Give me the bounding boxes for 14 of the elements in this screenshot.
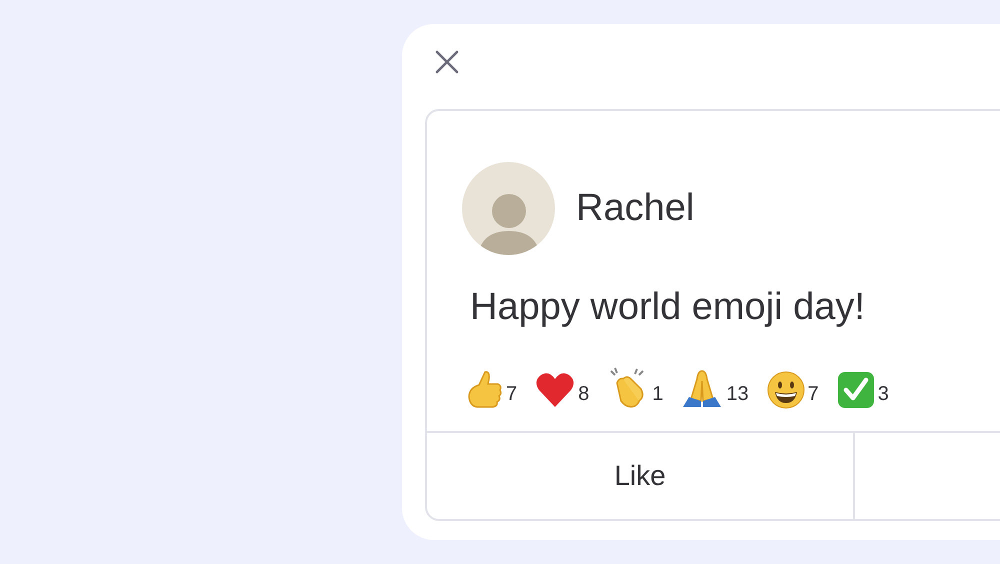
reaction-count: 3 bbox=[878, 382, 889, 407]
author-name: Rachel bbox=[576, 186, 694, 231]
praying-hands-icon bbox=[681, 369, 724, 409]
reaction-count: 7 bbox=[808, 382, 819, 407]
reaction-count: 7 bbox=[506, 382, 518, 407]
grinning-face-icon bbox=[766, 371, 805, 409]
like-button[interactable]: Like bbox=[427, 433, 855, 519]
reaction-count: 1 bbox=[652, 382, 664, 407]
check-box-icon bbox=[836, 371, 875, 409]
heart-icon bbox=[535, 371, 576, 409]
reaction-count: 13 bbox=[726, 382, 749, 407]
close-icon bbox=[435, 50, 459, 74]
post-message: Happy world emoji day! bbox=[469, 285, 866, 330]
reaction-count: 8 bbox=[578, 382, 590, 407]
